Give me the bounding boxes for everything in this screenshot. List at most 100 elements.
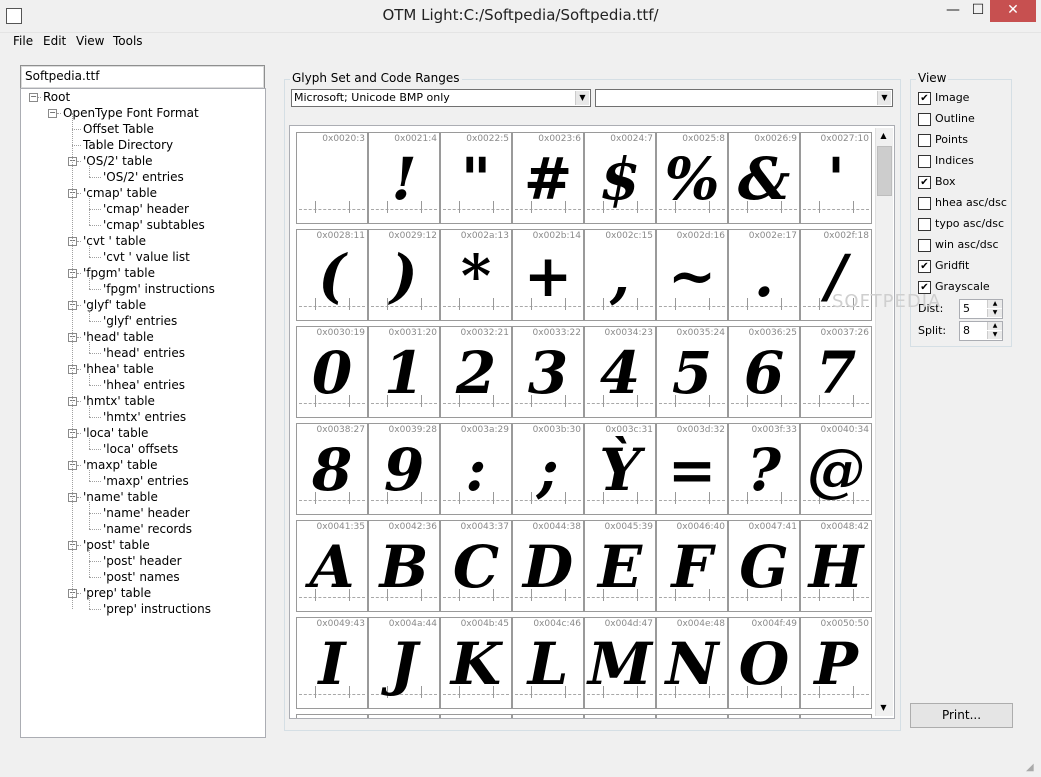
tree-collapse-icon[interactable]: − [29,93,38,102]
dist-spinbox[interactable]: 5 ▲ ▼ [959,299,1003,319]
glyph-grid-scrollbar[interactable] [875,128,893,716]
glyph-cell[interactable]: 0x0021:4! [368,132,440,224]
maximize-button[interactable]: ☐ [966,0,990,22]
glyph-cell[interactable]: 0x0030:19 0 [296,326,368,418]
tree-node[interactable]: 'post' names [103,569,180,585]
glyph-cell[interactable]: 0x0041:35 A [296,520,368,612]
tree-node[interactable]: 'OS/2' table [83,153,153,169]
tree-node[interactable]: 'fpgm' table [83,265,155,281]
glyph-cell[interactable] [728,714,800,718]
glyph-cell[interactable]: 0x0031:20 1 [368,326,440,418]
tree-header[interactable]: Softpedia.ttf [20,65,265,89]
scroll-up-arrow-icon[interactable]: ▲ [875,128,892,144]
tree-node[interactable]: 'cmap' header [103,201,189,217]
glyph-cell[interactable]: 0x0047:41 G [728,520,800,612]
glyph-cell[interactable] [440,714,512,718]
tree-node[interactable]: 'prep' table [83,585,151,601]
scroll-down-arrow-icon[interactable]: ▼ [875,700,892,716]
spin-up-icon[interactable]: ▲ [987,300,1002,308]
glyph-cell[interactable]: 0x002c:15, [584,229,656,321]
glyph-cell[interactable]: 0x0036:25 6 [728,326,800,418]
tree-node[interactable]: 'maxp' entries [103,473,189,489]
menu-view[interactable]: View [76,34,104,48]
glyph-cell[interactable]: 0x002b:14 + [512,229,584,321]
glyph-cell[interactable]: 0x0028:11( [296,229,368,321]
menu-edit[interactable]: Edit [43,34,66,48]
tree-node[interactable]: 'post' table [83,537,150,553]
tree-node[interactable]: 'cvt ' table [83,233,146,249]
checkbox[interactable] [918,134,931,147]
glyph-cell[interactable]: 0x0039:28 9 [368,423,440,515]
glyph-cell[interactable]: 0x004c:46 L [512,617,584,709]
tree-node[interactable]: 'OS/2' entries [103,169,184,185]
glyph-cell[interactable]: 0x004d:47 M [584,617,656,709]
checkbox[interactable]: ✔ [918,260,931,273]
tree-node[interactable]: 'loca' table [83,425,148,441]
tree-node[interactable]: 'hhea' entries [103,377,185,393]
glyph-cell[interactable]: 0x0035:24 5 [656,326,728,418]
encoding-dropdown[interactable]: Microsoft; Unicode BMP only ▼ [291,89,591,107]
spin-down-icon[interactable]: ▼ [987,331,1002,339]
glyph-cell[interactable]: 0x0022:5 " [440,132,512,224]
glyph-cell[interactable]: 0x0044:38 D [512,520,584,612]
tree-node[interactable]: 'cmap' subtables [103,217,205,233]
tree-node[interactable]: Root [43,89,70,105]
font-structure-tree[interactable]: Root − OpenType Font Format − Offset Table Ta… [20,88,266,738]
tree-collapse-icon[interactable]: − [48,109,57,118]
checkbox[interactable] [918,239,931,252]
glyph-cell[interactable]: 0x003d:32 = [656,423,728,515]
tree-node[interactable]: OpenType Font Format [63,105,199,121]
tree-node[interactable]: 'maxp' table [83,457,158,473]
glyph-cell[interactable]: 0x0026:9 & [728,132,800,224]
glyph-cell[interactable]: 0x0038:27 8 [296,423,368,515]
glyph-cell[interactable]: 0x004a:44 J [368,617,440,709]
tree-node[interactable]: Table Directory [83,137,173,153]
checkbox[interactable]: ✔ [918,92,931,105]
glyph-cell[interactable]: 0x0025:8% [656,132,728,224]
glyph-cell[interactable] [512,714,584,718]
glyph-cell[interactable]: 0x0032:21 2 [440,326,512,418]
menu-file[interactable]: File [13,34,33,48]
glyph-cell[interactable]: 0x0042:36 B [368,520,440,612]
spin-down-icon[interactable]: ▼ [987,309,1002,317]
tree-node[interactable]: 'name' records [103,521,192,537]
glyph-cell[interactable]: 0x002d:16 ~ [656,229,728,321]
glyph-cell[interactable]: 0x0049:43 I [296,617,368,709]
spin-up-icon[interactable]: ▲ [987,322,1002,330]
glyph-cell[interactable]: 0x0029:12) [368,229,440,321]
glyph-cell[interactable]: 0x0023:6 # [512,132,584,224]
glyph-cell[interactable]: 0x0020:3 [296,132,368,224]
glyph-cell[interactable] [800,714,872,718]
glyph-cell[interactable]: 0x0034:23 4 [584,326,656,418]
split-spinbox[interactable]: 8 ▲ ▼ [959,321,1003,341]
tree-node[interactable]: 'fpgm' instructions [103,281,215,297]
glyph-cell[interactable]: 0x003b:30; [512,423,584,515]
glyph-cell[interactable]: 0x004b:45 K [440,617,512,709]
glyph-cell[interactable]: 0x0037:26 7 [800,326,872,418]
glyph-cell[interactable]: 0x0033:22 3 [512,326,584,418]
glyph-cell[interactable]: 0x0045:39 E [584,520,656,612]
tree-node[interactable]: 'hhea' table [83,361,154,377]
checkbox[interactable] [918,218,931,231]
glyph-cell[interactable]: 0x0050:50 P [800,617,872,709]
checkbox[interactable] [918,155,931,168]
tree-node[interactable]: 'hmtx' table [83,393,155,409]
glyph-cell[interactable]: 0x002e:17. [728,229,800,321]
glyph-cell[interactable]: 0x0048:42 H [800,520,872,612]
checkbox[interactable]: ✔ [918,176,931,189]
menu-tools[interactable]: Tools [113,34,143,48]
glyph-grid[interactable]: 0x0020:3 0x0021:4! 0x0022:5 " 0x0023:6 #0x002… [289,125,895,719]
tree-node[interactable]: 'name' header [103,505,190,521]
tree-node[interactable]: 'prep' instructions [103,601,211,617]
checkbox[interactable] [918,113,931,126]
tree-node[interactable]: 'head' entries [103,345,185,361]
close-button[interactable]: ✕ [990,0,1036,22]
code-range-dropdown[interactable]: ▼ [595,89,893,107]
glyph-cell[interactable]: 0x004f:49 O [728,617,800,709]
glyph-cell[interactable] [584,714,656,718]
resize-grip-icon[interactable]: ◢ [1026,762,1038,774]
tree-node[interactable]: 'post' header [103,553,182,569]
tree-node[interactable]: 'glyf' entries [103,313,177,329]
tree-node[interactable]: 'name' table [83,489,158,505]
glyph-cell[interactable]: 0x002a:13 * [440,229,512,321]
